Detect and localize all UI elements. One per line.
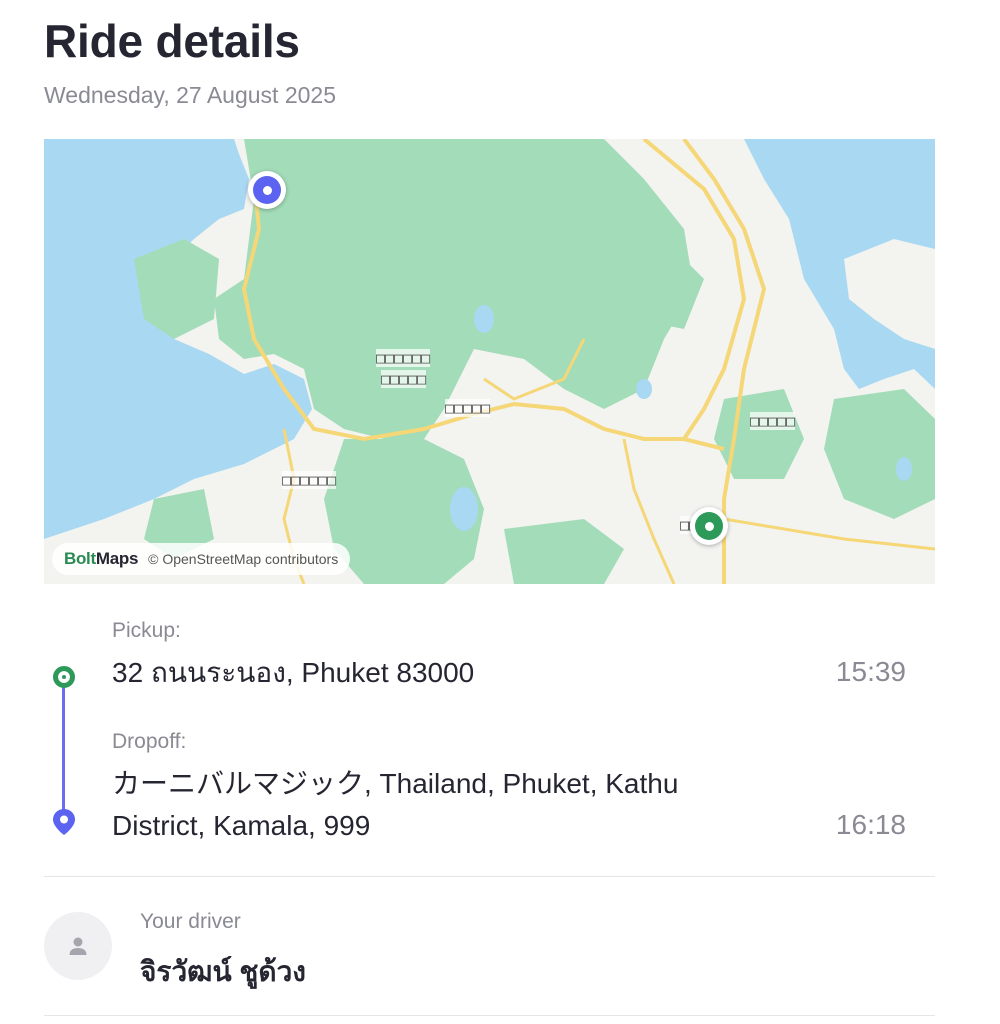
dropoff-address-line1: カーニバルマジック, Thailand, Phuket, Kathu [112,768,679,799]
driver-name: จิรวัฒน์ ชูด้วง [140,956,306,987]
divider [44,876,935,877]
pickup-label: Pickup: [112,619,181,642]
map-place-label: □□□□□ [445,399,491,417]
ride-date: Wednesday, 27 August 2025 [44,82,336,108]
pickup-address: 32 ถนนระนอง, Phuket 83000 [112,657,475,688]
driver-label: Your driver [140,910,241,933]
dropoff-label: Dropoff: [112,730,187,753]
map-place-label: □□□□□ [750,412,796,430]
map-pickup-marker-icon [690,507,728,545]
pickup-dot-icon [53,666,75,688]
dropoff-address-line2: District, Kamala, 999 [112,810,371,841]
dropoff-time: 16:18 [835,809,906,840]
pickup-time: 15:39 [835,656,906,687]
page-title: Ride details [44,15,300,67]
avatar [44,912,112,980]
osm-attribution-text: © OpenStreetMap contributors [148,551,339,567]
map-place-label: □□□□□□ [282,471,337,489]
map-place-label: □□□□□ [381,370,427,388]
divider [44,1015,935,1016]
dropoff-pin-icon [52,808,76,836]
map-canvas [44,139,935,584]
map-place-label: □□□□□□ [376,349,431,367]
bolt-maps-logo: BoltMaps [64,549,139,568]
person-icon [69,937,87,955]
map-attribution: BoltMaps © OpenStreetMap contributors [52,543,351,575]
map-dropoff-marker-icon [248,171,286,209]
route-map[interactable]: □□□□□□ □□□□□ □□□□□ □□□□□□ □□□□□ □□□□□ Bo… [44,139,935,584]
route-connector-line [62,685,65,813]
